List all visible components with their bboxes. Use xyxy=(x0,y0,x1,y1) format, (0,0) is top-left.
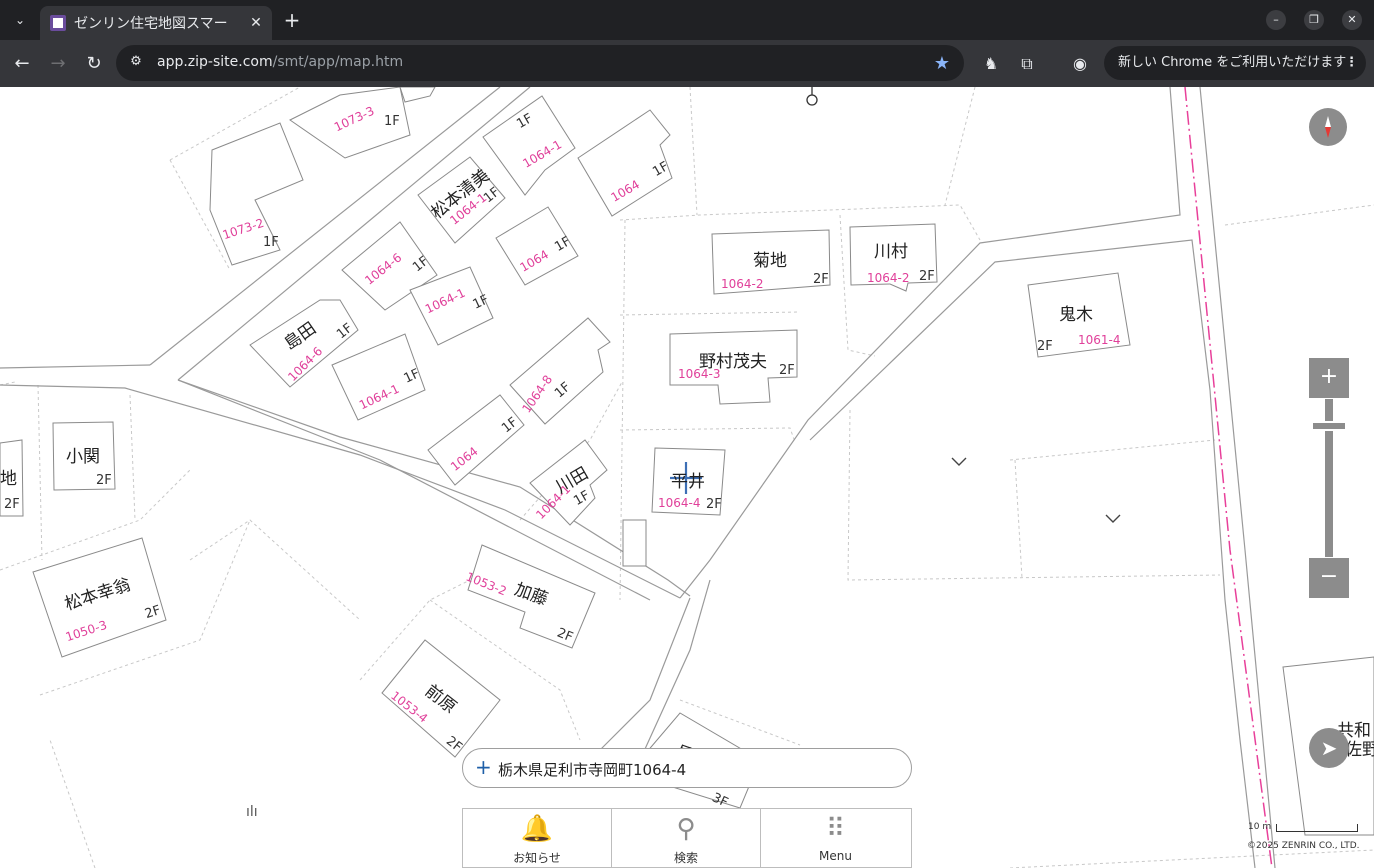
map-tick-icon: ılı xyxy=(246,804,258,820)
address-bar[interactable]: ⚙ app.zip-site.com/smt/app/map.htm ★ xyxy=(116,45,964,81)
nav-label: お知らせ xyxy=(513,851,561,865)
scale-bar xyxy=(1276,824,1358,832)
back-icon[interactable]: ← xyxy=(10,52,34,76)
scale-label: 10 m xyxy=(1248,822,1272,832)
bottom-navigation: 🔔 お知らせ ⚲ 検索 ⠿ Menu xyxy=(462,808,912,868)
site-favicon-icon xyxy=(50,15,66,31)
tab-title: ゼンリン住宅地図スマー xyxy=(74,16,228,32)
new-tab-icon[interactable]: + xyxy=(282,9,302,31)
nav-label: Menu xyxy=(819,849,852,863)
tab-search-chevron-icon[interactable]: ⌄ xyxy=(8,8,32,32)
bookmark-star-icon[interactable]: ★ xyxy=(934,53,950,74)
copyright-text: ©2025 ZENRIN CO., LTD. xyxy=(1247,841,1360,851)
extensions-puzzle-icon[interactable]: ⧉ xyxy=(1015,52,1039,76)
tab-close-icon[interactable]: ✕ xyxy=(246,13,266,33)
nav-menu-button[interactable]: ⠿ Menu xyxy=(761,809,910,867)
minimize-icon[interactable]: – xyxy=(1266,10,1286,30)
restore-icon[interactable]: ❐ xyxy=(1304,10,1324,30)
forward-icon[interactable]: → xyxy=(46,52,70,76)
profile-icon[interactable]: ◉ xyxy=(1068,52,1092,76)
nav-search-button[interactable]: ⚲ 検索 xyxy=(612,809,761,867)
zoom-slider-handle[interactable] xyxy=(1311,421,1347,431)
browser-toolbar: ← → ↻ ⚙ app.zip-site.com/smt/app/map.htm… xyxy=(0,40,1374,87)
update-label: 新しい Chrome をご利用いただけます xyxy=(1118,55,1347,70)
zoom-in-button[interactable]: + xyxy=(1309,358,1349,398)
site-info-icon[interactable]: ⚙ xyxy=(126,54,146,72)
search-icon: ⚲ xyxy=(676,814,696,844)
current-location-button[interactable]: ➤ xyxy=(1309,728,1349,768)
nav-notifications-button[interactable]: 🔔 お知らせ xyxy=(463,809,612,867)
address-text: 栃木県足利市寺岡町1064-4 xyxy=(498,761,687,779)
zoom-out-button[interactable]: − xyxy=(1309,558,1349,598)
close-window-icon[interactable]: ✕ xyxy=(1342,10,1362,30)
extension-icon[interactable]: ♞ xyxy=(979,52,1003,76)
menu-kebab-icon[interactable]: ⋮ xyxy=(1345,46,1358,80)
active-tab[interactable]: ゼンリン住宅地図スマー ✕ xyxy=(40,6,272,40)
tab-strip: ⌄ ゼンリン住宅地図スマー ✕ + – ❐ ✕ xyxy=(0,0,1374,40)
district-boundary-line xyxy=(1184,87,1273,868)
reload-icon[interactable]: ↻ xyxy=(82,52,106,76)
url-text[interactable]: app.zip-site.com/smt/app/map.htm xyxy=(157,54,403,70)
crosshair-icon: + xyxy=(475,755,492,779)
building-outlines xyxy=(0,87,1374,836)
bell-icon: 🔔 xyxy=(520,814,554,844)
chrome-update-button[interactable]: 新しい Chrome をご利用いただけます ⋮ xyxy=(1104,46,1366,80)
url-path: /smt/app/map.htm xyxy=(272,54,404,70)
compass-icon[interactable] xyxy=(1309,108,1347,146)
url-host: app.zip-site.com xyxy=(157,54,273,70)
nav-label: 検索 xyxy=(673,851,698,865)
address-display-bar[interactable]: + 栃木県足利市寺岡町1064-4 xyxy=(462,748,912,788)
map-canvas[interactable]: 1073-3 1F 1073-2 1F 1F 1064-1 1064 1F 松本… xyxy=(0,87,1374,868)
grid-icon: ⠿ xyxy=(825,814,846,844)
